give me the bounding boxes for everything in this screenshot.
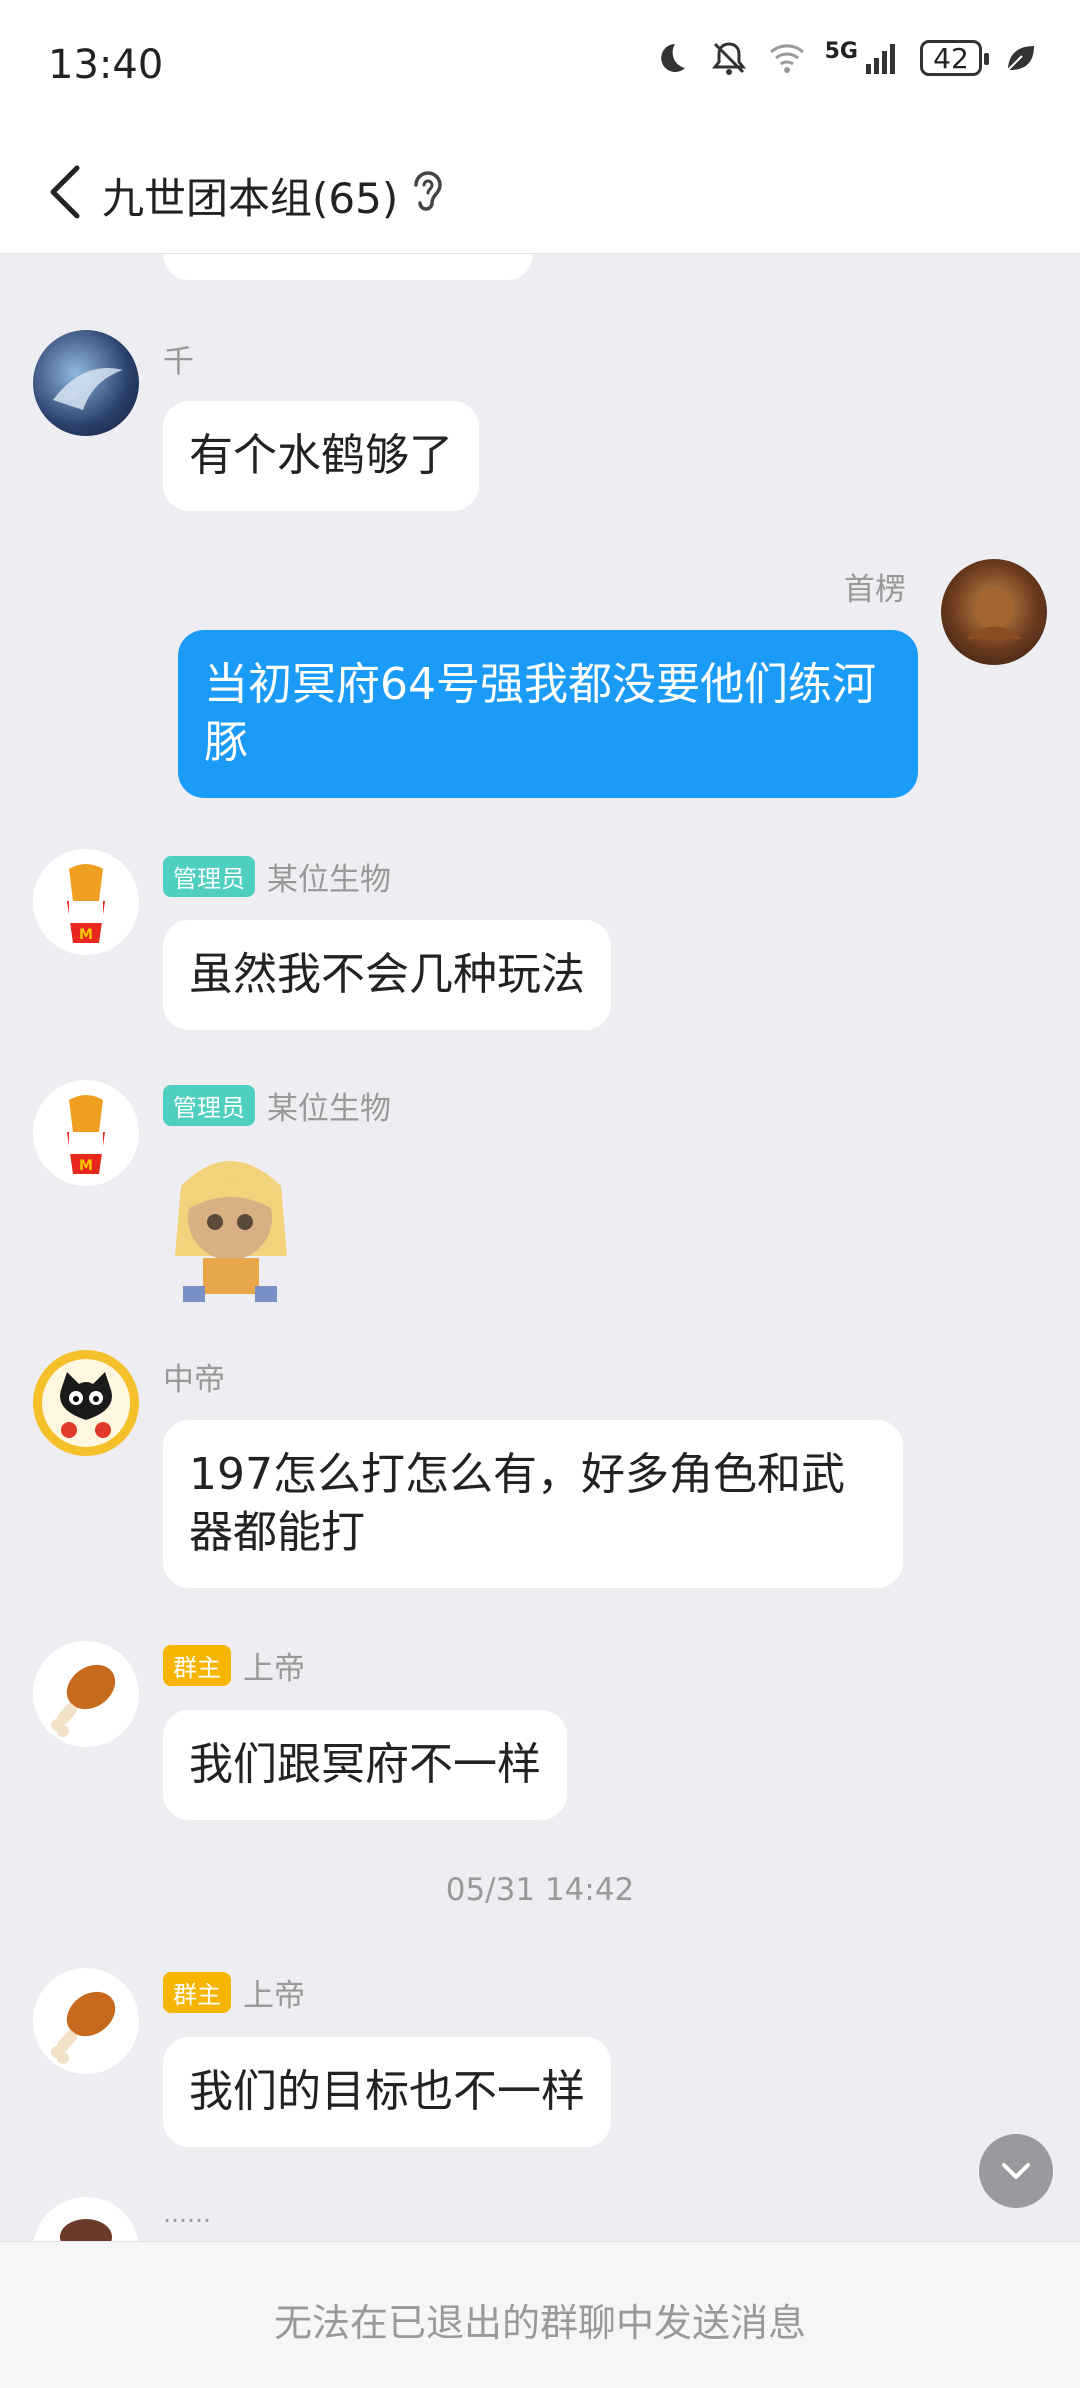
sender-name: 千 [163, 344, 194, 380]
sender-name: 某位生物 [267, 862, 391, 898]
avatar[interactable]: M [33, 849, 139, 955]
owner-badge: 群主 [163, 1972, 231, 2013]
scroll-to-bottom-button[interactable] [979, 2134, 1053, 2208]
svg-text:M: M [79, 927, 93, 943]
message-text: 我们跟冥府不一样 [189, 1739, 541, 1790]
avatar[interactable] [941, 559, 1047, 665]
admin-badge: 管理员 [163, 1085, 255, 1126]
doll-sticker-icon [175, 1161, 287, 1302]
message-list[interactable]: 千 有个水鹤够了 首楞 当初冥府64号强我都没要他们练河豚 M 管理员 某位生物… [0, 254, 1080, 2241]
sender-name: …… [163, 2200, 211, 2228]
ear-icon[interactable] [406, 167, 446, 217]
sender-line: 群主 上帝 [163, 1970, 305, 2015]
avatar[interactable]: M [33, 1080, 139, 1186]
sender-name: 上帝 [243, 1978, 305, 2014]
message-text: 虽然我不会几种玩法 [189, 949, 585, 1000]
moon-icon [660, 44, 685, 72]
message-timestamp: 05/31 14:42 [445, 1872, 635, 1908]
message-text: 当初冥府64号强我都没要他们练河豚 [204, 659, 876, 768]
sender-line: …… [163, 2200, 211, 2228]
avatar[interactable] [33, 1641, 139, 1747]
sender-line: 群主 上帝 [163, 1643, 305, 1688]
message-bubble[interactable]: 我们的目标也不一样 [163, 2037, 611, 2147]
battery-level: 42 [933, 41, 969, 75]
avatar-image [60, 2219, 112, 2241]
avatar[interactable] [33, 1350, 139, 1456]
leaf-icon [1007, 46, 1034, 71]
fries-avatar-icon: M [67, 864, 105, 943]
chevron-down-icon [1002, 2163, 1030, 2179]
message-text: 我们的目标也不一样 [189, 2066, 585, 2117]
message-text: 有个水鹤够了 [189, 430, 453, 481]
status-time: 13:40 [48, 42, 164, 88]
sticker-image[interactable] [163, 1146, 298, 1306]
status-bar: 13:40 5G 42 [0, 0, 1080, 135]
cat-avatar-icon [42, 1359, 130, 1447]
sender-name: 中帝 [163, 1362, 225, 1398]
message-bubble[interactable]: 197怎么打怎么有，好多角色和武器都能打 [163, 1420, 903, 1588]
disabled-notice: 无法在已退出的群聊中发送消息 [273, 2301, 806, 2345]
message-bubble[interactable]: 虽然我不会几种玩法 [163, 920, 611, 1030]
status-icons: 5G 42 [651, 38, 1040, 78]
network-type: 5G [824, 38, 858, 64]
avatar-image [53, 368, 123, 410]
chevron-left-icon [50, 165, 80, 219]
message-bubble[interactable]: 有个水鹤够了 [163, 401, 479, 511]
admin-badge: 管理员 [163, 856, 255, 897]
message-bubble[interactable]: 我们跟冥府不一样 [163, 1710, 567, 1820]
input-disabled-bar: 无法在已退出的群聊中发送消息 [0, 2241, 1080, 2388]
battery-icon: 42 [920, 40, 989, 76]
sender-line: 管理员 某位生物 [163, 1083, 391, 1128]
wifi-icon [769, 44, 804, 73]
chat-header: 九世团本组(65) [0, 135, 1080, 254]
message-text: 197怎么打怎么有，好多角色和武器都能打 [189, 1449, 845, 1558]
owner-badge: 群主 [163, 1645, 231, 1686]
avatar[interactable] [33, 1968, 139, 2074]
avatar-image [966, 589, 1022, 639]
avatar[interactable] [33, 2197, 139, 2241]
sender-name: 某位生物 [267, 1091, 391, 1127]
mute-bell-icon [711, 42, 746, 75]
sender-line: 管理员 某位生物 [163, 854, 391, 899]
back-button[interactable] [30, 157, 100, 227]
svg-text:M: M [79, 1158, 93, 1174]
signal-icon [866, 44, 895, 74]
message-bubble[interactable]: 当初冥府64号强我都没要他们练河豚 [178, 630, 918, 798]
sender-line: 中帝 [163, 1354, 225, 1399]
drumstick-avatar-icon [51, 1664, 116, 1737]
drumstick-avatar-icon [51, 1991, 116, 2064]
fries-avatar-icon: M [67, 1095, 105, 1174]
message-bubble-partial [163, 254, 533, 280]
sender-line: 千 [163, 336, 194, 381]
sender-line: 首楞 [844, 564, 906, 609]
group-title[interactable]: 九世团本组(65) [102, 165, 398, 226]
sender-name: 首楞 [844, 572, 906, 608]
avatar[interactable] [33, 330, 139, 436]
sender-name: 上帝 [243, 1651, 305, 1687]
